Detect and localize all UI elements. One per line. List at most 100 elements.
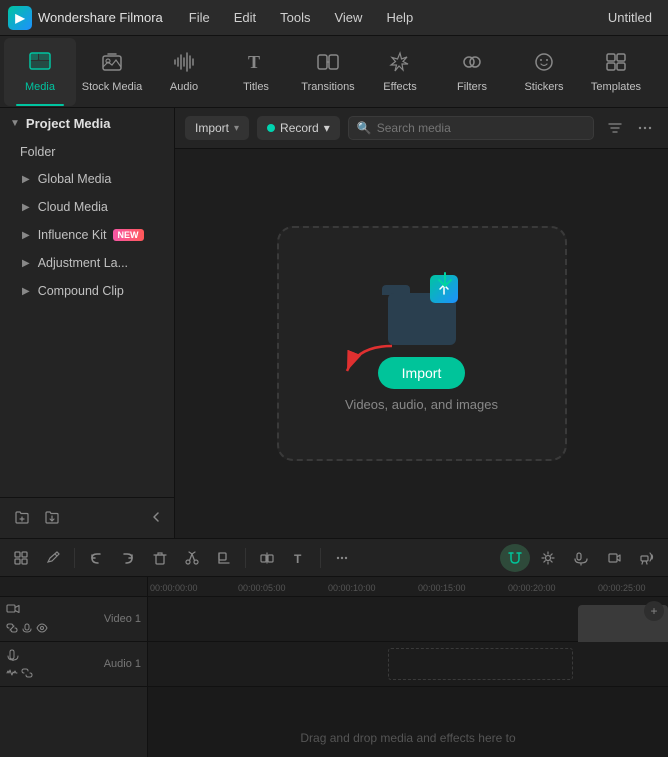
magnet-button[interactable] [500, 544, 530, 572]
record-button[interactable]: Record ▾ [257, 116, 340, 140]
app-name: Wondershare Filmora [38, 10, 163, 25]
more-tools-button[interactable] [327, 544, 357, 572]
toolbar-media[interactable]: Media [4, 38, 76, 106]
menu-tools[interactable]: Tools [270, 6, 320, 29]
menu-file[interactable]: File [179, 6, 220, 29]
sidebar-item-arrow: ▶ [22, 286, 30, 297]
sidebar-item-global-media-label: Global Media [38, 172, 112, 186]
timeline-right-tools [500, 544, 662, 572]
audio-track-wave-icon[interactable] [6, 667, 18, 682]
toolbar-stickers[interactable]: Stickers [508, 38, 580, 106]
sidebar-item-adjustment[interactable]: ▶ Adjustment La... [0, 249, 174, 277]
effects-icon [388, 51, 412, 77]
select-tool-button[interactable] [6, 544, 36, 572]
timeline-tracks: 00:00:00:00 00:00:05:00 00:00:10:00 00:0… [148, 577, 668, 757]
content-panel: Import ▾ Record ▾ 🔍 [175, 108, 668, 538]
gear-button[interactable] [533, 544, 563, 572]
crop-button[interactable] [209, 544, 239, 572]
filters-icon [460, 51, 484, 77]
search-icon: 🔍 [357, 121, 372, 135]
search-input[interactable] [377, 121, 585, 135]
video-1-label: Video 1 [104, 613, 141, 625]
new-badge: NEW [113, 229, 144, 241]
drop-text: Videos, audio, and images [345, 397, 498, 412]
more-options-button[interactable] [632, 115, 658, 141]
redo-button[interactable] [113, 544, 143, 572]
sidebar-collapse-button[interactable] [148, 509, 164, 528]
sidebar-item-compound-clip[interactable]: ▶ Compound Clip [0, 277, 174, 305]
effects-label: Effects [383, 81, 416, 93]
sidebar-project-media[interactable]: ▼ Project Media [0, 108, 174, 139]
app-logo: ▶ Wondershare Filmora [8, 6, 163, 30]
zoom-plus-button[interactable]: + [644, 601, 664, 621]
sidebar-item-cloud-media[interactable]: ▶ Cloud Media [0, 193, 174, 221]
track-labels: Video 1 [0, 577, 148, 757]
timeline-content: Video 1 [0, 577, 668, 757]
video-track-chain-icon[interactable] [6, 622, 18, 637]
video-track-icons [6, 622, 100, 637]
menu-items: File Edit Tools View Help [179, 6, 423, 29]
filter-button[interactable] [602, 115, 628, 141]
toolbar-audio[interactable]: Audio [148, 38, 220, 106]
record-label: Record [280, 121, 319, 135]
main-toolbar: Media Stock Media Audio T Titles [0, 36, 668, 108]
record-chevron-icon: ▾ [324, 121, 330, 135]
audio-icon [172, 51, 196, 77]
time-mark-0: 00:00:00:00 [150, 583, 198, 593]
main-area: ▼ Project Media Folder ▶ Global Media ▶ … [0, 108, 668, 538]
sidebar-arrow-down: ▼ [10, 118, 20, 129]
text-button[interactable]: T [284, 544, 314, 572]
time-mark-3: 00:00:15:00 [418, 583, 466, 593]
sidebar-folder[interactable]: Folder [0, 139, 174, 165]
toolbar-actions [602, 115, 658, 141]
drop-zone: Import Videos, audio, and images [175, 149, 668, 538]
media-label: Media [25, 81, 55, 93]
sidebar: ▼ Project Media Folder ▶ Global Media ▶ … [0, 108, 175, 538]
timeline-separator-2 [245, 548, 246, 568]
toolbar-stock-media[interactable]: Stock Media [76, 38, 148, 106]
import-button[interactable]: Import ▾ [185, 116, 249, 140]
window-title: Untitled [608, 10, 660, 25]
speech-button[interactable] [632, 544, 662, 572]
svg-text:T: T [294, 552, 302, 566]
import-label: Import [195, 121, 229, 135]
delete-button[interactable] [145, 544, 175, 572]
split-button[interactable] [252, 544, 282, 572]
audio-track-chain-icon[interactable] [21, 667, 33, 682]
filters-label: Filters [457, 81, 487, 93]
toolbar-transitions[interactable]: Transitions [292, 38, 364, 106]
video-button[interactable] [599, 544, 629, 572]
sidebar-item-global-media[interactable]: ▶ Global Media [0, 165, 174, 193]
menu-bar: ▶ Wondershare Filmora File Edit Tools Vi… [0, 0, 668, 36]
toolbar-filters[interactable]: Filters [436, 38, 508, 106]
search-box: 🔍 [348, 116, 594, 140]
sidebar-item-arrow: ▶ [22, 230, 30, 241]
media-icon [28, 51, 52, 77]
menu-edit[interactable]: Edit [224, 6, 266, 29]
record-dot-icon [267, 124, 275, 132]
audio-track-icon [6, 647, 20, 664]
menu-help[interactable]: Help [376, 6, 423, 29]
svg-text:T: T [248, 52, 260, 72]
sidebar-item-compound-clip-label: Compound Clip [38, 284, 124, 298]
video-track-audio-icon[interactable] [21, 622, 33, 637]
audio-button[interactable] [566, 544, 596, 572]
undo-button[interactable] [81, 544, 111, 572]
sidebar-item-influence-kit[interactable]: ▶ Influence Kit NEW [0, 221, 174, 249]
toolbar-titles[interactable]: T Titles [220, 38, 292, 106]
app-logo-icon: ▶ [8, 6, 32, 30]
toolbar-effects[interactable]: Effects [364, 38, 436, 106]
import-folder-button[interactable] [40, 506, 64, 530]
transitions-label: Transitions [301, 81, 354, 93]
video-track-row: + [148, 597, 668, 642]
timeline-separator-3 [320, 548, 321, 568]
video-track-eye-icon[interactable] [36, 622, 48, 637]
toolbar-templates[interactable]: Templates [580, 38, 652, 106]
templates-label: Templates [591, 81, 641, 93]
edit-tool-button[interactable] [38, 544, 68, 572]
cut-button[interactable] [177, 544, 207, 572]
menu-view[interactable]: View [324, 6, 372, 29]
drop-zone-box: Import Videos, audio, and images [277, 226, 567, 461]
add-folder-button[interactable] [10, 506, 34, 530]
titles-label: Titles [243, 81, 269, 93]
